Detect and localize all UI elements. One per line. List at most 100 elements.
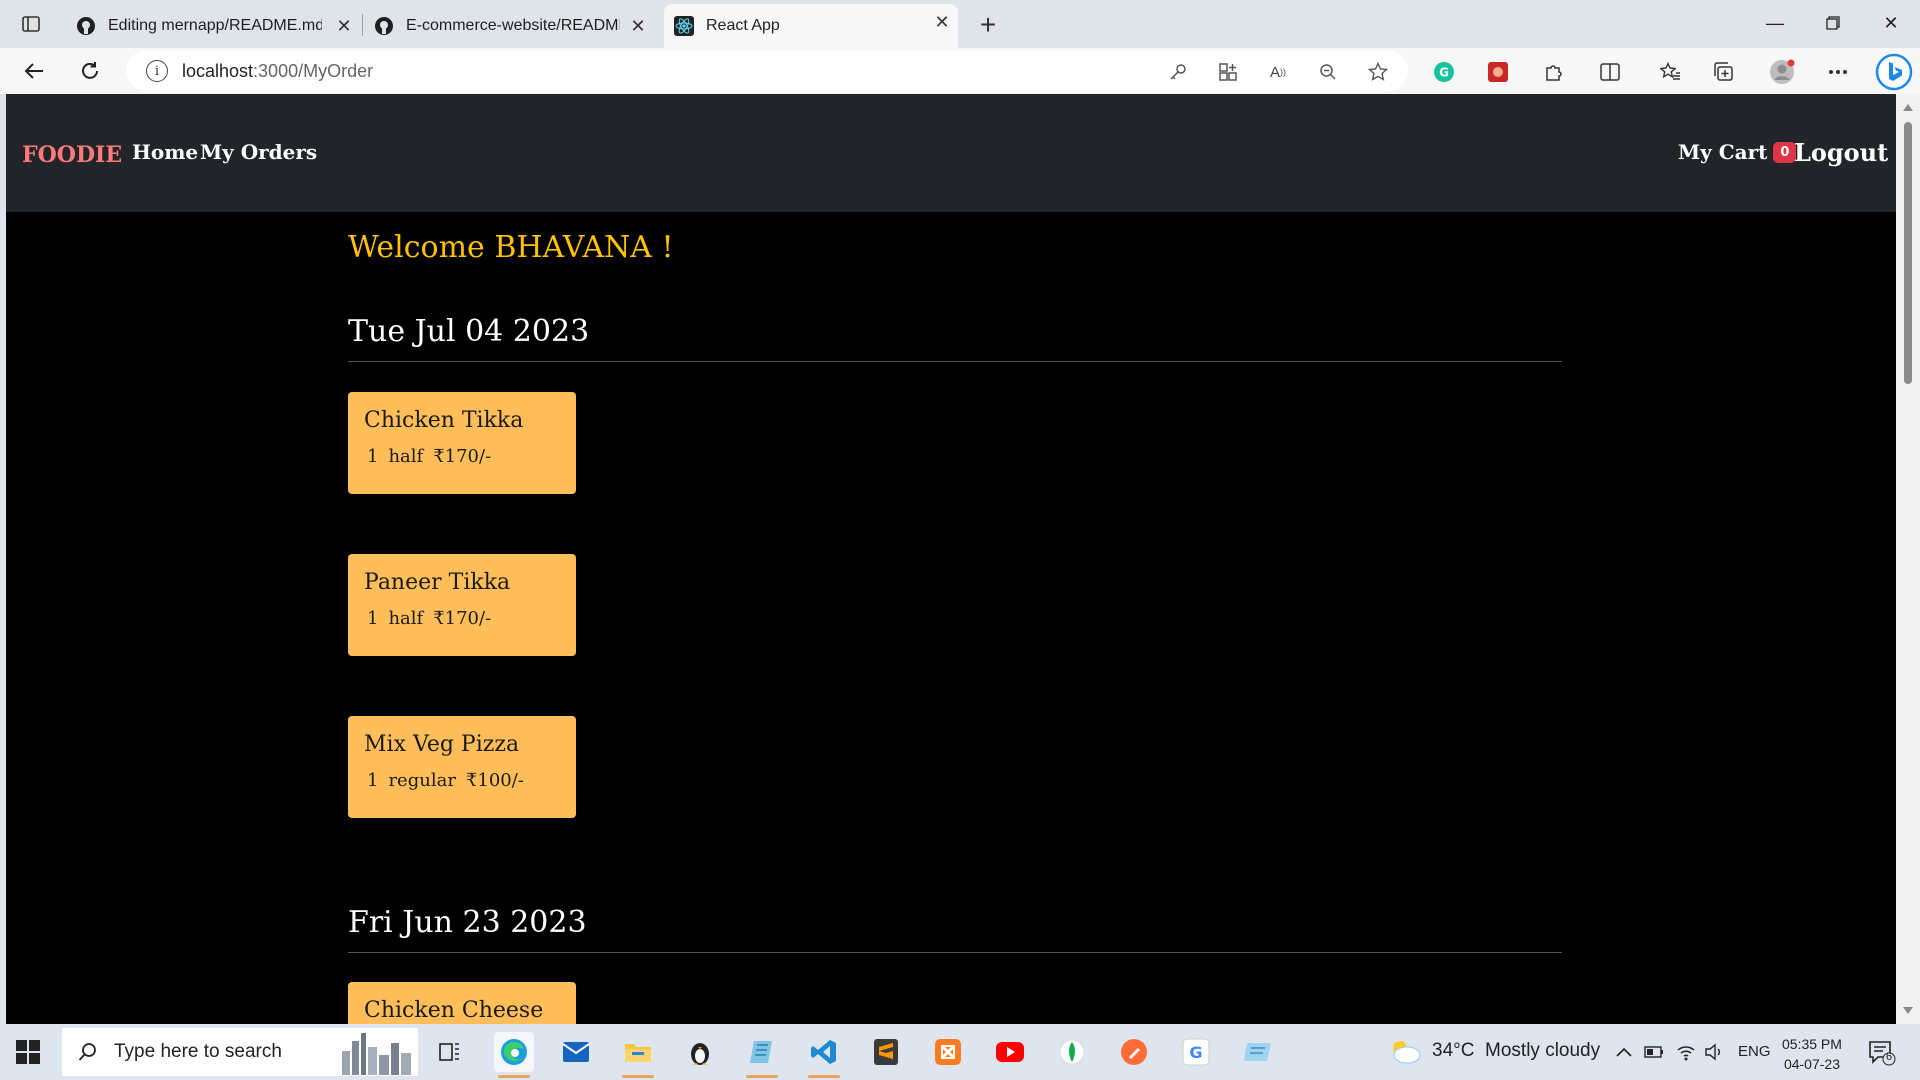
site-info-icon[interactable]: i [146, 60, 168, 82]
my-cart-label: My Cart [1678, 140, 1768, 164]
svg-text:G: G [1439, 66, 1449, 80]
weather-widget[interactable]: 34°C Mostly cloudy [1388, 1038, 1600, 1064]
welcome-heading: Welcome BHAVANA ! [348, 230, 674, 265]
windows-taskbar: Type here to search G 34°C Mostly cloudy… [0, 1024, 1920, 1080]
cart-count-badge: 0 [1773, 141, 1797, 163]
new-tab-button[interactable]: + [970, 9, 1006, 40]
sublime-text-icon[interactable] [866, 1032, 906, 1072]
notification-count: 6 [1886, 1051, 1893, 1063]
xampp-icon[interactable] [928, 1032, 968, 1072]
youtube-icon[interactable] [990, 1032, 1030, 1072]
notes-app-icon[interactable] [742, 1032, 782, 1078]
refresh-button[interactable] [72, 54, 108, 88]
browser-tab-2[interactable]: E-commerce-website/README.m ✕ [364, 8, 654, 44]
clock-time: 05:35 PM [1782, 1036, 1842, 1052]
mail-icon[interactable] [556, 1032, 596, 1072]
back-button[interactable] [16, 54, 52, 88]
split-screen-icon[interactable] [1596, 58, 1624, 86]
more-options-icon[interactable] [1824, 58, 1852, 86]
tab-divider [362, 14, 363, 36]
notification-center-icon[interactable]: 6 [1868, 1040, 1896, 1066]
brand-logo[interactable]: FOODIE [22, 142, 122, 168]
search-icon [76, 1040, 100, 1064]
url-path: :3000/MyOrder [253, 60, 374, 81]
tab-title: React App [706, 17, 780, 34]
github-icon [76, 16, 96, 36]
close-icon[interactable]: ✕ [932, 12, 952, 32]
order-item-price: ₹170/- [433, 608, 492, 629]
date-divider [348, 952, 1562, 953]
active-app-indicator [746, 1075, 778, 1078]
bing-copilot-icon[interactable] [1874, 52, 1914, 92]
extensions-puzzle-icon[interactable] [1540, 58, 1568, 86]
github-icon [374, 16, 394, 36]
close-window-icon[interactable]: ✕ [1868, 6, 1914, 40]
browser-tab-1[interactable]: Editing mernapp/README.md at ✕ [66, 8, 360, 44]
order-date-heading: Tue Jul 04 2023 [348, 314, 590, 349]
system-clock[interactable]: 05:35 PM 04-07-23 [1782, 1034, 1842, 1074]
chevron-up-icon[interactable] [1614, 1042, 1634, 1062]
tab-actions-icon[interactable] [14, 12, 48, 36]
logout-button[interactable]: Logout [1794, 138, 1888, 167]
browser-tab-3[interactable]: React App ✕ [664, 4, 958, 48]
file-explorer-icon[interactable] [618, 1032, 658, 1078]
page-viewport: FOODIE Home My Orders My Cart 0 Logout W… [6, 94, 1896, 1024]
favorite-star-icon[interactable] [1366, 60, 1390, 84]
edge-browser-icon[interactable] [494, 1032, 534, 1078]
key-icon[interactable] [1166, 60, 1190, 84]
google-chrome-app-icon[interactable]: G [1176, 1032, 1216, 1072]
zoom-out-icon[interactable] [1316, 60, 1340, 84]
order-item-size: half [388, 608, 424, 629]
order-item-size: half [388, 446, 424, 467]
nav-home-link[interactable]: Home [132, 140, 198, 164]
close-icon[interactable]: ✕ [334, 16, 354, 36]
scroll-up-icon[interactable] [1903, 104, 1913, 111]
tab-title: Editing mernapp/README.md at [108, 17, 322, 34]
profile-avatar-icon[interactable] [1768, 58, 1796, 86]
read-aloud-icon[interactable]: A)) [1266, 60, 1290, 84]
grammarly-icon[interactable]: G [1430, 58, 1458, 86]
url-host: localhost [182, 60, 254, 81]
browser-toolbar: i localhost:3000/MyOrder A)) G [0, 48, 1920, 94]
order-item-qty: 1 [367, 608, 379, 629]
favorites-icon[interactable] [1656, 58, 1684, 86]
address-bar[interactable]: i localhost:3000/MyOrder A)) [126, 51, 1408, 91]
order-item-size: regular [388, 770, 456, 791]
close-icon[interactable]: ✕ [628, 16, 648, 36]
postman-icon[interactable] [1114, 1032, 1154, 1072]
extension-red-icon[interactable] [1484, 58, 1512, 86]
volume-icon[interactable] [1704, 1042, 1724, 1062]
penguin-app-icon[interactable] [680, 1032, 720, 1072]
collections-icon[interactable] [1710, 58, 1738, 86]
order-item-detail: 1 regular ₹100/- [367, 770, 534, 791]
order-item-name: Chicken Cheese [364, 998, 544, 1023]
order-item-detail: 1 half ₹170/- [367, 446, 501, 467]
battery-icon[interactable] [1644, 1042, 1664, 1062]
order-item-qty: 1 [367, 770, 379, 791]
taskbar-search-box[interactable]: Type here to search [62, 1028, 418, 1076]
minimize-icon[interactable]: — [1752, 6, 1798, 40]
url-text[interactable]: localhost:3000/MyOrder [182, 61, 373, 82]
vscode-icon[interactable] [804, 1032, 844, 1078]
windows-start-icon[interactable] [12, 1036, 44, 1068]
scroll-down-icon[interactable] [1903, 1007, 1913, 1014]
my-cart-button[interactable]: My Cart 0 [1678, 140, 1797, 164]
page-scrollbar[interactable] [1896, 94, 1920, 1024]
mongodb-icon[interactable] [1052, 1032, 1092, 1072]
nav-my-orders-link[interactable]: My Orders [200, 140, 317, 164]
order-item-card: Chicken Tikka 1 half ₹170/- [348, 392, 576, 494]
clock-date: 04-07-23 [1783, 1056, 1840, 1072]
order-item-name: Chicken Tikka [364, 408, 524, 433]
scrollbar-thumb[interactable] [1904, 122, 1912, 384]
task-view-icon[interactable] [430, 1032, 470, 1072]
remote-desktop-icon[interactable] [1238, 1032, 1278, 1072]
restore-icon[interactable] [1810, 6, 1856, 40]
order-item-card: Mix Veg Pizza 1 regular ₹100/- [348, 716, 576, 818]
language-indicator[interactable]: ENG [1738, 1043, 1771, 1060]
active-app-indicator [808, 1075, 840, 1078]
order-item-price: ₹100/- [465, 770, 524, 791]
weather-temp: 34°C [1432, 1040, 1475, 1061]
app-available-icon[interactable] [1216, 60, 1240, 84]
wifi-icon[interactable] [1676, 1042, 1696, 1062]
order-item-price: ₹170/- [433, 446, 492, 467]
